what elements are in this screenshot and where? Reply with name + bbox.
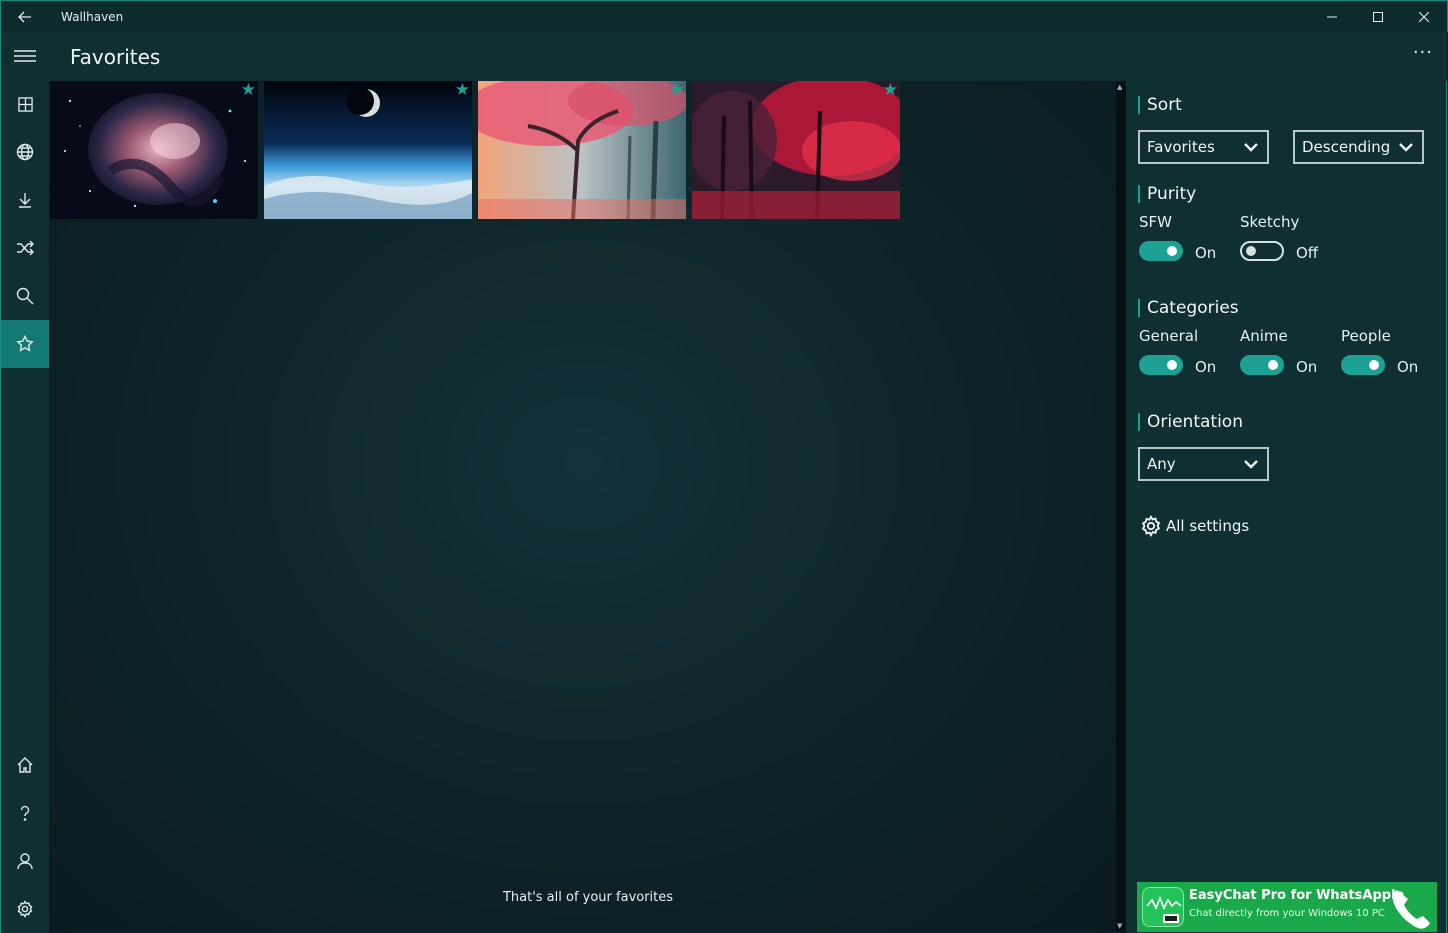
minimize-button[interactable] xyxy=(1309,1,1355,33)
anime-toggle[interactable] xyxy=(1240,355,1284,375)
more-options-button[interactable]: ··· xyxy=(1413,42,1433,63)
shuffle-icon xyxy=(17,240,34,256)
anime-state: On xyxy=(1296,358,1318,376)
general-label: General xyxy=(1139,327,1199,345)
globe-icon xyxy=(16,143,34,161)
nav-latest[interactable] xyxy=(1,80,49,128)
sort-order-select[interactable]: Descending xyxy=(1293,130,1424,164)
ad-subtitle: Chat directly from your Windows 10 PC xyxy=(1189,908,1385,919)
close-icon xyxy=(1419,12,1429,22)
content-scrollbar[interactable]: ▲ ▼ xyxy=(1116,81,1126,932)
gear-icon xyxy=(17,900,33,918)
window-title: Wallhaven xyxy=(61,9,124,24)
ad-title: EasyChat Pro for WhatsApple xyxy=(1189,888,1405,903)
toggle-knob xyxy=(1268,360,1278,370)
favorites-grid: ★ ★ ★ ★ That's all of your favorites xyxy=(49,81,1116,932)
search-icon xyxy=(16,287,34,305)
sort-order-value: Descending xyxy=(1302,138,1391,156)
general-toggle[interactable] xyxy=(1139,355,1183,375)
orientation-section-title: Orientation xyxy=(1138,413,1243,431)
pink-forest-image xyxy=(478,81,686,219)
nav-help[interactable] xyxy=(1,789,49,837)
ad-banner[interactable]: EasyChat Pro for WhatsApple Chat directl… xyxy=(1137,882,1437,932)
page-title: Favorites xyxy=(70,45,161,69)
gear-icon xyxy=(1141,515,1161,537)
sketchy-toggle[interactable] xyxy=(1240,241,1284,261)
wallpaper-thumbnail-red-forest[interactable]: ★ xyxy=(692,81,900,219)
nav-downloads[interactable] xyxy=(1,176,49,224)
nav-search[interactable] xyxy=(1,272,49,320)
nav-settings[interactable] xyxy=(1,885,49,933)
earth-from-space-image xyxy=(264,81,472,219)
user-icon xyxy=(17,853,33,870)
ad-app-logo xyxy=(1142,887,1184,927)
left-nav xyxy=(0,32,49,933)
back-arrow-icon xyxy=(18,11,31,22)
toggle-knob xyxy=(1167,246,1177,256)
nav-account[interactable] xyxy=(1,837,49,885)
nav-random[interactable] xyxy=(1,224,49,272)
nav-home[interactable] xyxy=(1,741,49,789)
star-icon xyxy=(16,335,34,352)
help-icon xyxy=(20,805,30,821)
close-button[interactable] xyxy=(1401,1,1447,33)
sort-by-value: Favorites xyxy=(1147,138,1215,156)
wallpaper-thumbnail-nebula[interactable]: ★ xyxy=(50,81,258,219)
end-of-list-message: That's all of your favorites xyxy=(502,890,674,905)
chevron-down-icon xyxy=(1399,142,1413,152)
title-bar: Wallhaven xyxy=(0,0,1448,32)
thumbnail-row: ★ ★ ★ ★ xyxy=(50,81,900,219)
sfw-toggle[interactable] xyxy=(1139,241,1183,261)
nav-menu-button[interactable] xyxy=(1,32,49,80)
download-icon xyxy=(19,193,31,208)
scroll-up-icon[interactable]: ▲ xyxy=(1117,83,1122,91)
maximize-icon xyxy=(1373,12,1383,22)
favorite-star-icon[interactable]: ★ xyxy=(883,82,898,99)
favorite-star-icon[interactable]: ★ xyxy=(669,82,684,99)
general-state: On xyxy=(1195,358,1217,376)
favorite-star-icon[interactable]: ★ xyxy=(455,82,470,99)
window-controls xyxy=(1309,1,1447,33)
all-settings-link[interactable]: All settings xyxy=(1140,515,1249,537)
sketchy-label: Sketchy xyxy=(1240,213,1300,231)
chevron-down-icon xyxy=(1244,142,1258,152)
nav-browse[interactable] xyxy=(1,128,49,176)
anime-label: Anime xyxy=(1240,327,1288,345)
nav-bottom-group xyxy=(1,741,49,933)
orientation-value: Any xyxy=(1147,455,1176,473)
people-toggle[interactable] xyxy=(1341,355,1385,375)
minimize-icon xyxy=(1327,16,1337,18)
people-label: People xyxy=(1341,327,1391,345)
sfw-label: SFW xyxy=(1139,213,1172,231)
waveform-icon xyxy=(1146,895,1182,923)
sort-section-title: Sort xyxy=(1138,96,1182,114)
purity-section-title: Purity xyxy=(1138,185,1196,203)
all-settings-label: All settings xyxy=(1166,517,1250,535)
sort-by-select[interactable]: Favorites xyxy=(1138,130,1269,164)
scroll-down-icon[interactable]: ▼ xyxy=(1117,922,1122,930)
red-forest-image xyxy=(692,81,900,219)
toggle-knob xyxy=(1246,246,1256,256)
maximize-button[interactable] xyxy=(1355,1,1401,33)
toggle-knob xyxy=(1369,360,1379,370)
wallpaper-thumbnail-pink-forest[interactable]: ★ xyxy=(478,81,686,219)
people-state: On xyxy=(1397,358,1419,376)
nav-favorites[interactable] xyxy=(1,320,49,368)
phone-icon xyxy=(1392,890,1430,929)
hamburger-menu-icon xyxy=(14,50,36,62)
nebula-image xyxy=(50,81,258,219)
page-header: Favorites ··· xyxy=(49,32,1447,81)
home-icon xyxy=(17,757,33,773)
grid-icon xyxy=(17,96,33,112)
toggle-knob xyxy=(1167,360,1177,370)
categories-section-title: Categories xyxy=(1138,299,1239,317)
sfw-state: On xyxy=(1195,244,1217,262)
orientation-select[interactable]: Any xyxy=(1138,447,1269,481)
back-button[interactable] xyxy=(1,1,49,33)
wallpaper-thumbnail-earth[interactable]: ★ xyxy=(264,81,472,219)
sketchy-state: Off xyxy=(1296,244,1319,262)
chevron-down-icon xyxy=(1244,459,1258,469)
filter-panel: Sort Favorites Descending Purity SFW On … xyxy=(1126,81,1447,933)
favorite-star-icon[interactable]: ★ xyxy=(241,82,256,99)
